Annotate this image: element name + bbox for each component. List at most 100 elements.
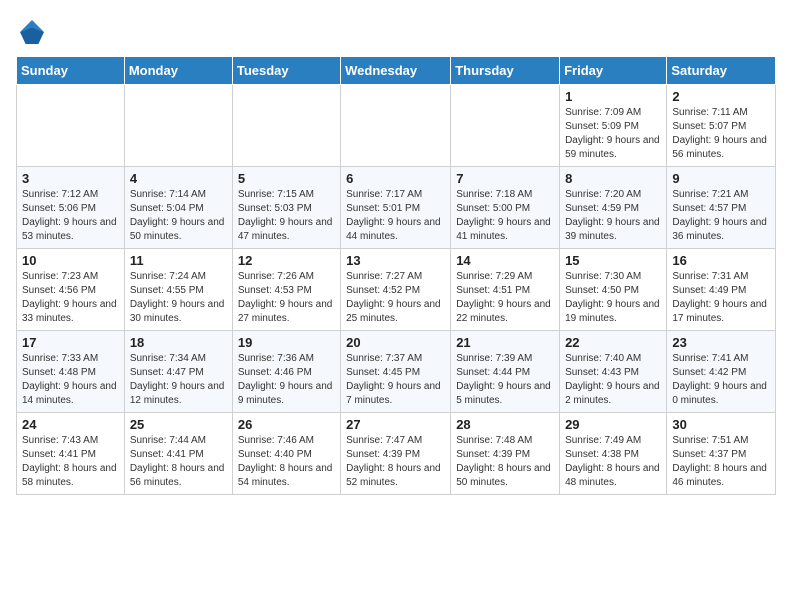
day-cell: 22 Sunrise: 7:40 AMSunset: 4:43 PMDayligh… <box>560 331 667 413</box>
day-cell: 17 Sunrise: 7:33 AMSunset: 4:48 PMDayligh… <box>17 331 125 413</box>
calendar-table: SundayMondayTuesdayWednesdayThursdayFrid… <box>16 56 776 495</box>
day-cell: 19 Sunrise: 7:36 AMSunset: 4:46 PMDayligh… <box>232 331 340 413</box>
day-info: Sunrise: 7:09 AMSunset: 5:09 PMDaylight:… <box>565 106 661 162</box>
day-number: 3 <box>22 171 119 186</box>
day-number: 4 <box>130 171 227 186</box>
day-number: 8 <box>565 171 661 186</box>
day-info: Sunrise: 7:39 AMSunset: 4:44 PMDaylight:… <box>456 352 554 408</box>
day-cell: 16 Sunrise: 7:31 AMSunset: 4:49 PMDayligh… <box>667 249 776 331</box>
day-header-tuesday: Tuesday <box>232 57 340 85</box>
day-number: 12 <box>238 253 335 268</box>
calendar-header-row: SundayMondayTuesdayWednesdayThursdayFrid… <box>17 57 776 85</box>
day-info: Sunrise: 7:41 AMSunset: 4:42 PMDaylight:… <box>672 352 770 408</box>
day-number: 19 <box>238 335 335 350</box>
day-info: Sunrise: 7:11 AMSunset: 5:07 PMDaylight:… <box>672 106 770 162</box>
day-number: 6 <box>346 171 445 186</box>
day-number: 18 <box>130 335 227 350</box>
day-cell: 18Sunrise: 7:34 AMSunset: 4:47 PMDayligh… <box>124 331 232 413</box>
week-row-2: 3 Sunrise: 7:12 AMSunset: 5:06 PMDaylight… <box>17 167 776 249</box>
day-cell: 14 Sunrise: 7:29 AMSunset: 4:51 PMDayligh… <box>451 249 560 331</box>
day-cell <box>451 85 560 167</box>
day-number: 5 <box>238 171 335 186</box>
day-header-friday: Friday <box>560 57 667 85</box>
day-header-thursday: Thursday <box>451 57 560 85</box>
day-cell: 13 Sunrise: 7:27 AMSunset: 4:52 PMDayligh… <box>341 249 451 331</box>
day-info: Sunrise: 7:23 AMSunset: 4:56 PMDaylight:… <box>22 270 119 326</box>
day-number: 25 <box>130 417 227 432</box>
day-info: Sunrise: 7:14 AMSunset: 5:04 PMDaylight:… <box>130 188 227 244</box>
day-number: 9 <box>672 171 770 186</box>
day-number: 2 <box>672 89 770 104</box>
day-cell: 7 Sunrise: 7:18 AMSunset: 5:00 PMDaylight… <box>451 167 560 249</box>
day-cell <box>232 85 340 167</box>
day-number: 1 <box>565 89 661 104</box>
day-cell: 27 Sunrise: 7:47 AMSunset: 4:39 PMDayligh… <box>341 413 451 495</box>
day-cell: 15 Sunrise: 7:30 AMSunset: 4:50 PMDayligh… <box>560 249 667 331</box>
day-info: Sunrise: 7:40 AMSunset: 4:43 PMDaylight:… <box>565 352 661 408</box>
week-row-3: 10 Sunrise: 7:23 AMSunset: 4:56 PMDayligh… <box>17 249 776 331</box>
day-header-saturday: Saturday <box>667 57 776 85</box>
day-header-monday: Monday <box>124 57 232 85</box>
week-row-5: 24 Sunrise: 7:43 AMSunset: 4:41 PMDayligh… <box>17 413 776 495</box>
day-cell: 4 Sunrise: 7:14 AMSunset: 5:04 PMDaylight… <box>124 167 232 249</box>
day-header-sunday: Sunday <box>17 57 125 85</box>
day-info: Sunrise: 7:20 AMSunset: 4:59 PMDaylight:… <box>565 188 661 244</box>
day-cell: 5Sunrise: 7:15 AMSunset: 5:03 PMDaylight… <box>232 167 340 249</box>
day-cell: 30 Sunrise: 7:51 AMSunset: 4:37 PMDayligh… <box>667 413 776 495</box>
day-info: Sunrise: 7:49 AMSunset: 4:38 PMDaylight:… <box>565 434 661 490</box>
day-cell: 29 Sunrise: 7:49 AMSunset: 4:38 PMDayligh… <box>560 413 667 495</box>
day-info: Sunrise: 7:29 AMSunset: 4:51 PMDaylight:… <box>456 270 554 326</box>
logo <box>16 16 52 48</box>
day-cell: 11Sunrise: 7:24 AMSunset: 4:55 PMDayligh… <box>124 249 232 331</box>
day-info: Sunrise: 7:17 AMSunset: 5:01 PMDaylight:… <box>346 188 445 244</box>
day-number: 14 <box>456 253 554 268</box>
day-number: 22 <box>565 335 661 350</box>
day-number: 24 <box>22 417 119 432</box>
day-cell: 26Sunrise: 7:46 AMSunset: 4:40 PMDayligh… <box>232 413 340 495</box>
day-number: 27 <box>346 417 445 432</box>
day-number: 13 <box>346 253 445 268</box>
day-info: Sunrise: 7:37 AMSunset: 4:45 PMDaylight:… <box>346 352 445 408</box>
day-number: 21 <box>456 335 554 350</box>
day-cell <box>341 85 451 167</box>
day-info: Sunrise: 7:44 AMSunset: 4:41 PMDaylight:… <box>130 434 227 490</box>
day-number: 23 <box>672 335 770 350</box>
day-number: 16 <box>672 253 770 268</box>
day-number: 28 <box>456 417 554 432</box>
day-cell <box>17 85 125 167</box>
day-info: Sunrise: 7:12 AMSunset: 5:06 PMDaylight:… <box>22 188 119 244</box>
day-info: Sunrise: 7:30 AMSunset: 4:50 PMDaylight:… <box>565 270 661 326</box>
logo-icon <box>16 16 48 48</box>
day-info: Sunrise: 7:51 AMSunset: 4:37 PMDaylight:… <box>672 434 770 490</box>
day-cell <box>124 85 232 167</box>
day-number: 17 <box>22 335 119 350</box>
week-row-4: 17 Sunrise: 7:33 AMSunset: 4:48 PMDayligh… <box>17 331 776 413</box>
day-info: Sunrise: 7:48 AMSunset: 4:39 PMDaylight:… <box>456 434 554 490</box>
day-number: 15 <box>565 253 661 268</box>
day-cell: 20 Sunrise: 7:37 AMSunset: 4:45 PMDayligh… <box>341 331 451 413</box>
day-number: 30 <box>672 417 770 432</box>
day-number: 10 <box>22 253 119 268</box>
day-number: 11 <box>130 253 227 268</box>
day-cell: 1 Sunrise: 7:09 AMSunset: 5:09 PMDaylight… <box>560 85 667 167</box>
day-cell: 3 Sunrise: 7:12 AMSunset: 5:06 PMDaylight… <box>17 167 125 249</box>
day-cell: 24 Sunrise: 7:43 AMSunset: 4:41 PMDayligh… <box>17 413 125 495</box>
day-cell: 23 Sunrise: 7:41 AMSunset: 4:42 PMDayligh… <box>667 331 776 413</box>
day-info: Sunrise: 7:43 AMSunset: 4:41 PMDaylight:… <box>22 434 119 490</box>
day-info: Sunrise: 7:46 AMSunset: 4:40 PMDaylight:… <box>238 434 335 490</box>
week-row-1: 1 Sunrise: 7:09 AMSunset: 5:09 PMDaylight… <box>17 85 776 167</box>
day-number: 29 <box>565 417 661 432</box>
day-info: Sunrise: 7:27 AMSunset: 4:52 PMDaylight:… <box>346 270 445 326</box>
day-info: Sunrise: 7:18 AMSunset: 5:00 PMDaylight:… <box>456 188 554 244</box>
day-number: 20 <box>346 335 445 350</box>
page-header <box>16 16 776 48</box>
day-info: Sunrise: 7:26 AMSunset: 4:53 PMDaylight:… <box>238 270 335 326</box>
day-cell: 10 Sunrise: 7:23 AMSunset: 4:56 PMDayligh… <box>17 249 125 331</box>
day-info: Sunrise: 7:31 AMSunset: 4:49 PMDaylight:… <box>672 270 770 326</box>
day-cell: 6 Sunrise: 7:17 AMSunset: 5:01 PMDaylight… <box>341 167 451 249</box>
day-info: Sunrise: 7:36 AMSunset: 4:46 PMDaylight:… <box>238 352 335 408</box>
day-header-wednesday: Wednesday <box>341 57 451 85</box>
day-info: Sunrise: 7:47 AMSunset: 4:39 PMDaylight:… <box>346 434 445 490</box>
day-info: Sunrise: 7:33 AMSunset: 4:48 PMDaylight:… <box>22 352 119 408</box>
day-number: 7 <box>456 171 554 186</box>
